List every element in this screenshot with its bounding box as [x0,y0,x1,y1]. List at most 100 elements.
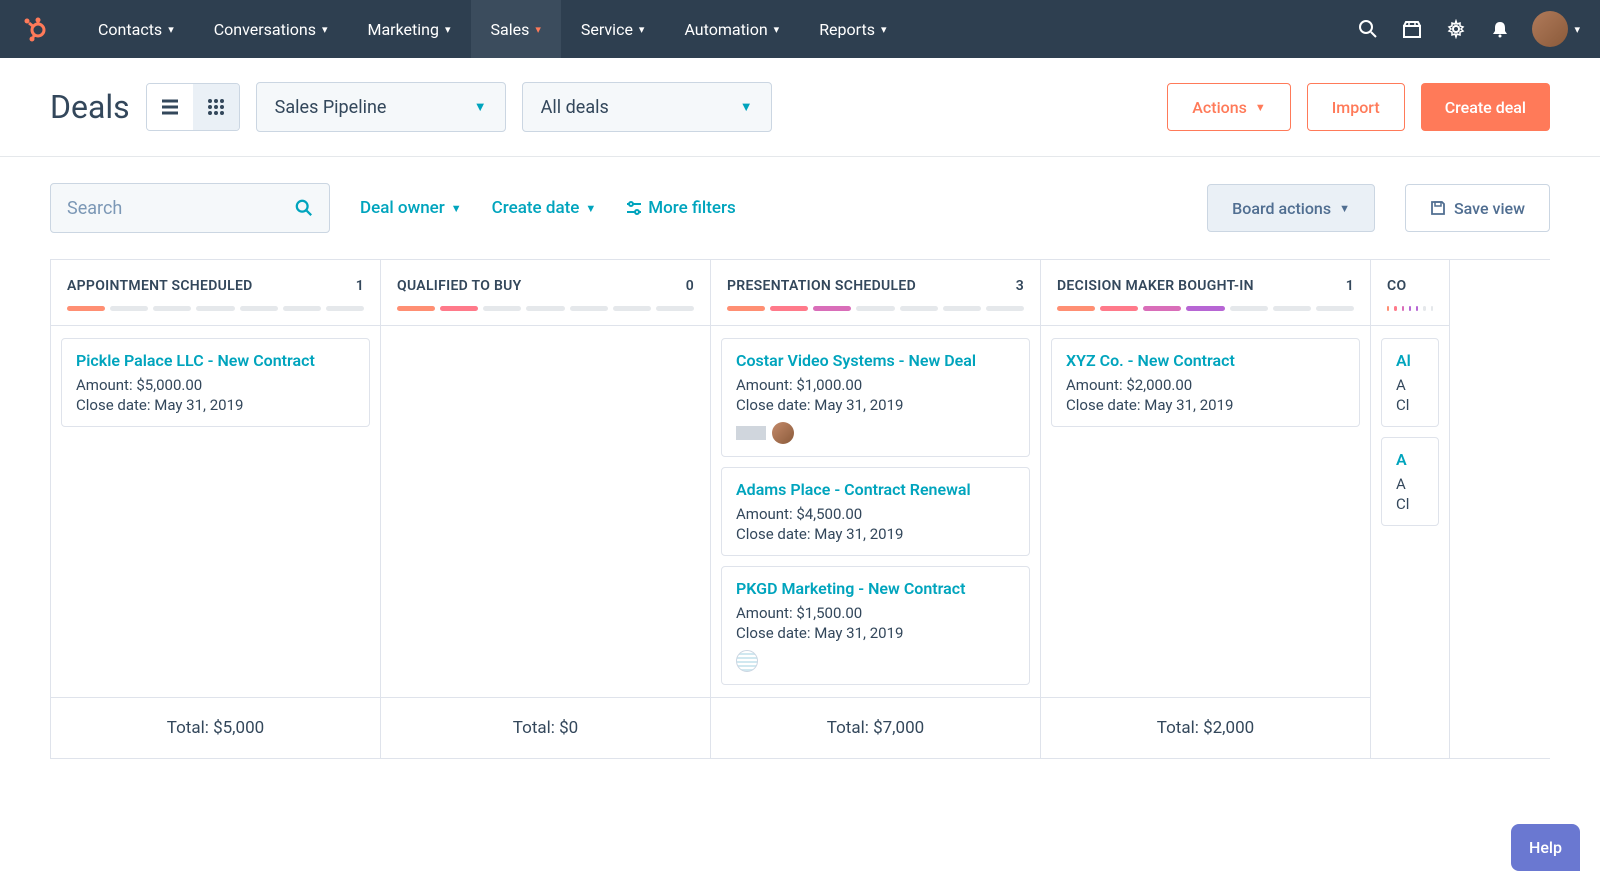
deal-close-date: Cl [1396,396,1424,414]
deal-amount: Amount: $1,500.00 [736,604,1015,622]
chevron-down-icon: ▼ [474,99,487,115]
deal-title: A [1396,450,1424,469]
globe-icon [736,650,758,672]
deal-title: Pickle Palace LLC - New Contract [76,351,355,370]
view-toggle [146,83,240,131]
column-progress [67,306,364,311]
import-label: Import [1332,98,1380,117]
search-input[interactable] [67,198,295,219]
deal-card[interactable]: AACl [1381,437,1439,526]
nav-item-service[interactable]: Service▾ [561,0,665,58]
nav-items: Contacts▾Conversations▾Marketing▾Sales▾S… [78,0,906,58]
board-view-button[interactable] [193,84,239,130]
owner-avatar [772,422,794,444]
deal-owner-label: Deal owner [360,198,445,218]
list-view-button[interactable] [147,84,193,130]
list-icon [160,98,180,116]
marketplace-icon [1402,19,1422,39]
board-column: DECISION MAKER BOUGHT-IN1 XYZ Co. - New C… [1040,260,1370,758]
deal-owner-filter[interactable]: Deal owner ▼ [360,198,462,218]
more-filters-button[interactable]: More filters [626,198,736,218]
deal-title: Adams Place - Contract Renewal [736,480,1015,499]
nav-item-reports[interactable]: Reports▾ [799,0,906,58]
settings-icon-button[interactable] [1434,7,1478,51]
company-logo [736,426,766,440]
column-header: DECISION MAKER BOUGHT-IN1 [1041,260,1370,326]
column-count: 1 [356,278,364,294]
notifications-icon-button[interactable] [1478,7,1522,51]
kanban-board: APPOINTMENT SCHEDULED1 Pickle Palace LLC … [50,259,1550,759]
column-progress [397,306,694,311]
user-avatar[interactable] [1532,11,1568,47]
actions-label: Actions [1192,98,1247,117]
bell-icon [1490,19,1510,39]
column-name: PRESENTATION SCHEDULED [727,278,916,294]
board-column: PRESENTATION SCHEDULED 3 Costar Video Syst… [710,260,1040,758]
nav-item-conversations[interactable]: Conversations▾ [194,0,348,58]
nav-item-label: Automation [684,20,767,39]
deal-close-date: Close date: May 31, 2019 [76,396,355,414]
nav-item-label: Marketing [367,20,438,39]
save-view-button[interactable]: Save view [1405,184,1550,232]
pipeline-select[interactable]: Sales Pipeline ▼ [256,82,506,132]
board-column: APPOINTMENT SCHEDULED1 Pickle Palace LLC … [50,260,380,758]
nav-item-automation[interactable]: Automation ▾ [664,0,799,58]
column-progress [1057,306,1354,311]
deal-amount: A [1396,376,1424,394]
filter-bar: Deal owner ▼ Create date ▼ More filters … [0,157,1600,259]
hubspot-logo[interactable] [20,15,48,43]
deal-meta [736,650,1015,672]
deal-card[interactable]: Adams Place - Contract Renewal Amount: $4… [721,467,1030,556]
deals-filter-select[interactable]: All deals ▼ [522,82,772,132]
nav-item-label: Service [581,20,633,39]
chevron-down-icon: ▾ [445,23,451,36]
deal-close-date: Close date: May 31, 2019 [736,525,1015,543]
help-button[interactable]: Help [1511,824,1580,871]
nav-item-label: Contacts [98,20,162,39]
board-scroll[interactable]: APPOINTMENT SCHEDULED1 Pickle Palace LLC … [0,259,1600,789]
deal-card[interactable]: Pickle Palace LLC - New Contract Amount: … [61,338,370,427]
column-body: AlAClAACl [1371,326,1449,758]
nav-item-contacts[interactable]: Contacts▾ [78,0,194,58]
deal-amount: Amount: $4,500.00 [736,505,1015,523]
import-button[interactable]: Import [1307,83,1405,131]
create-deal-button[interactable]: Create deal [1421,83,1550,131]
deals-filter-label: All deals [541,97,609,118]
column-body: Pickle Palace LLC - New Contract Amount: … [51,326,380,697]
deal-amount: Amount: $5,000.00 [76,376,355,394]
board-column: COAlAClAACl [1370,260,1450,758]
pipeline-select-label: Sales Pipeline [275,97,387,118]
help-label: Help [1529,838,1562,857]
nav-item-marketing[interactable]: Marketing ▾ [347,0,470,58]
deal-amount: Amount: $1,000.00 [736,376,1015,394]
column-name: QUALIFIED TO BUY [397,278,522,294]
avatar-menu-caret[interactable]: ▾ [1574,23,1580,36]
deal-card[interactable]: AlACl [1381,338,1439,427]
column-total: Total: $7,000 [711,697,1040,758]
deal-title: PKGD Marketing - New Contract [736,579,1015,598]
save-view-label: Save view [1454,199,1525,218]
chevron-down-icon: ▾ [535,23,541,36]
marketplace-icon-button[interactable] [1390,7,1434,51]
deal-close-date: Cl [1396,495,1424,513]
deal-card[interactable]: Costar Video Systems - New DealAmount: $… [721,338,1030,457]
search-icon-button[interactable] [1346,7,1390,51]
column-total: Total: $5,000 [51,697,380,758]
chevron-down-icon: ▾ [322,23,328,36]
nav-item-sales[interactable]: Sales▾ [471,0,561,58]
create-date-filter[interactable]: Create date ▼ [492,198,597,218]
deal-card[interactable]: PKGD Marketing - New Contract Amount: $1,… [721,566,1030,685]
hubspot-icon [20,15,48,43]
column-count: 1 [1346,278,1354,294]
actions-button[interactable]: Actions ▼ [1167,83,1290,131]
nav-item-label: Reports [819,20,875,39]
more-filters-label: More filters [648,198,736,218]
column-header: CO [1371,260,1449,326]
chevron-down-icon: ▼ [740,99,753,115]
column-header: APPOINTMENT SCHEDULED1 [51,260,380,326]
deal-card[interactable]: XYZ Co. - New ContractAmount: $2,000.00C… [1051,338,1360,427]
chevron-down-icon: ▾ [774,23,780,36]
column-count: 3 [1016,278,1024,294]
board-actions-button[interactable]: Board actions ▼ [1207,184,1375,232]
deal-meta [736,422,1015,444]
